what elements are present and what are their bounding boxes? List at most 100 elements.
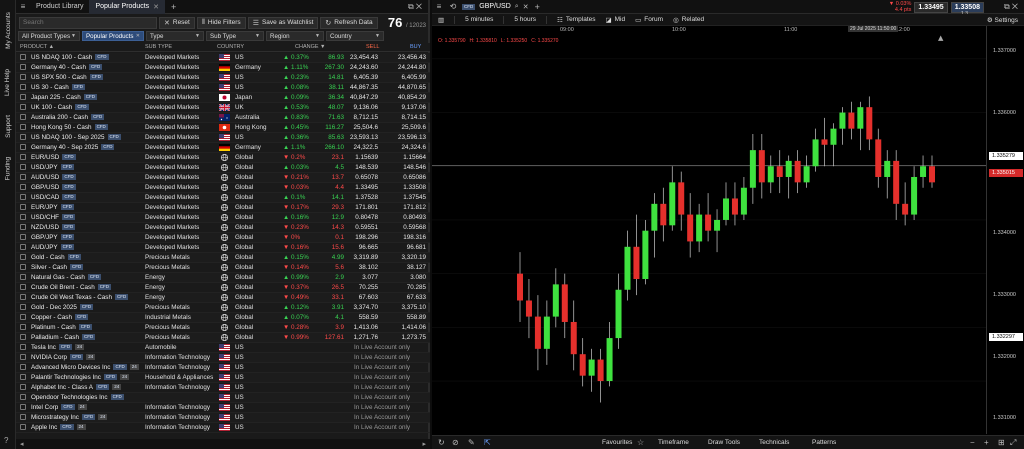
refresh-data-button[interactable]: ↻ Refresh Data — [320, 16, 378, 29]
buy-price[interactable]: 9,137.06 — [382, 104, 426, 111]
candle-down[interactable] — [579, 354, 586, 376]
buy-price[interactable]: 1,414.06 — [382, 324, 426, 331]
filter-region[interactable]: Region ▼ — [266, 31, 324, 41]
table-row[interactable]: Silver - Cash CFD Precious Metals Global ▼ 0… — [16, 263, 430, 273]
product-name[interactable]: Silver - Cash CFD — [31, 264, 84, 271]
watchlist-icon[interactable] — [20, 94, 26, 100]
buy-price[interactable]: 3.080 — [382, 274, 426, 281]
favourites-button[interactable]: Favourites — [602, 439, 632, 446]
buy-price[interactable]: 40,854.29 — [382, 94, 426, 101]
sell-price[interactable]: 23,593.13 — [334, 134, 378, 141]
watchlist-icon[interactable] — [20, 114, 26, 120]
menu-icon[interactable]: ≡ — [16, 0, 30, 14]
product-name[interactable]: US NDAQ 100 - Sep 2025 CFD — [31, 134, 121, 141]
event-marker-icon[interactable]: ▲ — [938, 34, 944, 42]
buy-price[interactable]: 24,244.80 — [382, 64, 426, 71]
table-row[interactable]: GBP/JPY CFD Developed Markets Global ▼ 0% 0.1… — [16, 233, 430, 243]
help-icon[interactable]: ? — [4, 436, 8, 445]
col-subtype[interactable]: SUB TYPE — [145, 44, 172, 50]
forum-button[interactable]: ▭ Forum — [635, 16, 663, 24]
tab-popular-products[interactable]: Popular Products ✕ — [89, 0, 166, 14]
candle-up[interactable] — [785, 160, 792, 177]
sell-price[interactable]: 1.15639 — [334, 154, 378, 161]
buy-price[interactable]: 44,870.65 — [382, 84, 426, 91]
templates-button[interactable]: ☷ Templates — [557, 16, 595, 24]
watchlist-icon[interactable] — [20, 234, 26, 240]
table-row[interactable]: Microstrategy Inc CFD 24 Information Techno… — [16, 413, 430, 423]
sell-price[interactable]: 67.603 — [334, 294, 378, 301]
watchlist-icon[interactable] — [20, 394, 26, 400]
sell-price[interactable]: 25,504.6 — [334, 124, 378, 131]
panel-controls-icon[interactable]: ⧉ ✕ — [408, 2, 422, 12]
table-row[interactable]: Australia 200 - Cash CFD Developed Markets… — [16, 113, 430, 123]
candle-down[interactable] — [570, 321, 577, 355]
product-name[interactable]: AUD/USD CFD — [31, 174, 76, 181]
product-name[interactable]: Natural Gas - Cash CFD — [31, 274, 102, 281]
table-row[interactable]: Gold - Dec 2025 CFD Precious Metals Global ▲… — [16, 303, 430, 313]
product-name[interactable]: Crude Oil West Texas - Cash CFD — [31, 294, 129, 301]
collapse-icon[interactable]: ◂ — [20, 440, 24, 448]
table-row[interactable]: Crude Oil Brent - Cash CFD Energy Global ▼ 0… — [16, 283, 430, 293]
sell-price[interactable]: 70.255 — [334, 284, 378, 291]
refresh-icon[interactable]: ↻ — [438, 438, 445, 447]
watchlist-icon[interactable] — [20, 124, 26, 130]
sell-price[interactable]: 3,319.89 — [334, 254, 378, 261]
buy-price[interactable]: 148.546 — [382, 164, 426, 171]
fullscreen-icon[interactable]: ⤢ — [1010, 438, 1016, 448]
candle-down[interactable] — [534, 316, 541, 349]
product-name[interactable]: Australia 200 - Cash CFD — [31, 114, 105, 121]
table-row[interactable]: Intel Corp CFD 24 Information Technology US I… — [16, 403, 430, 413]
table-row[interactable]: Germany 40 - Cash CFD Developed Markets Ger… — [16, 63, 430, 73]
watchlist-icon[interactable] — [20, 254, 26, 260]
watchlist-icon[interactable] — [20, 404, 26, 410]
star-icon[interactable]: ☆ — [637, 438, 644, 447]
watchlist-icon[interactable] — [20, 344, 26, 350]
watchlist-icon[interactable] — [20, 324, 26, 330]
technicals-button[interactable]: Technicals — [759, 439, 789, 446]
table-row[interactable]: Hong Kong 50 - Cash CFD Developed Markets H… — [16, 123, 430, 133]
candle-down[interactable] — [660, 203, 667, 226]
sell-price[interactable]: 198.296 — [334, 234, 378, 241]
buy-price[interactable]: 1.15664 — [382, 154, 426, 161]
sell-price[interactable]: 1,413.06 — [334, 324, 378, 331]
close-tab-icon[interactable]: ✕ — [153, 3, 159, 11]
no-entry-icon[interactable]: ⊘ — [452, 438, 459, 447]
chart-symbol[interactable]: GBP/USD — [479, 3, 511, 10]
close-tab-icon[interactable]: ✕ — [523, 3, 529, 11]
product-name[interactable]: UK 100 - Cash CFD — [31, 104, 89, 111]
buy-price[interactable]: 558.89 — [382, 314, 426, 321]
buy-price[interactable]: 67.633 — [382, 294, 426, 301]
table-row[interactable]: EUR/JPY CFD Developed Markets Global ▼ 0.17%… — [16, 203, 430, 213]
table-row[interactable]: AUD/USD CFD Developed Markets Global ▼ 0.21%… — [16, 173, 430, 183]
sell-price[interactable]: 0.80478 — [334, 214, 378, 221]
watchlist-icon[interactable] — [20, 314, 26, 320]
grid-icon[interactable]: ⊞ — [998, 438, 1005, 447]
product-name[interactable]: GBP/USD CFD — [31, 184, 76, 191]
sell-price[interactable]: 148.539 — [334, 164, 378, 171]
table-row[interactable]: NZD/USD CFD Developed Markets Global ▼ 0.23%… — [16, 223, 430, 233]
candle-up[interactable] — [552, 284, 559, 317]
sell-price[interactable]: 38.102 — [334, 264, 378, 271]
candle-down[interactable] — [758, 150, 765, 183]
candle-up[interactable] — [624, 246, 631, 290]
patterns-button[interactable]: Patterns — [812, 439, 836, 446]
candle-down[interactable] — [705, 214, 712, 231]
product-name[interactable]: USD/CAD CFD — [31, 194, 76, 201]
timeframe-5min[interactable]: 5 minutes — [465, 16, 493, 23]
col-buy[interactable]: BUY — [410, 44, 421, 50]
buy-price[interactable]: 70.285 — [382, 284, 426, 291]
product-name[interactable]: Opendoor Technologies Inc CFD — [31, 394, 124, 401]
sell-price[interactable]: 8,712.15 — [334, 114, 378, 121]
table-row[interactable]: Tesla Inc CFD 24 Automobile US In Live Accoun… — [16, 343, 430, 353]
col-product[interactable]: PRODUCT ▲ — [20, 44, 54, 50]
filter-country[interactable]: Country ▼ — [326, 31, 384, 41]
candle-up[interactable] — [803, 166, 810, 183]
settings-button[interactable]: ⚙ Settings — [987, 16, 1018, 24]
col-change[interactable]: CHANGE ▼ — [295, 44, 326, 50]
buy-price[interactable]: 24,324.6 — [382, 144, 426, 151]
candle-down[interactable] — [525, 300, 532, 317]
watchlist-icon[interactable] — [20, 384, 26, 390]
buy-price[interactable]: 171.812 — [382, 204, 426, 211]
watchlist-icon[interactable] — [20, 74, 26, 80]
table-row[interactable]: Advanced Micro Devices Inc CFD 24 Informati… — [16, 363, 430, 373]
